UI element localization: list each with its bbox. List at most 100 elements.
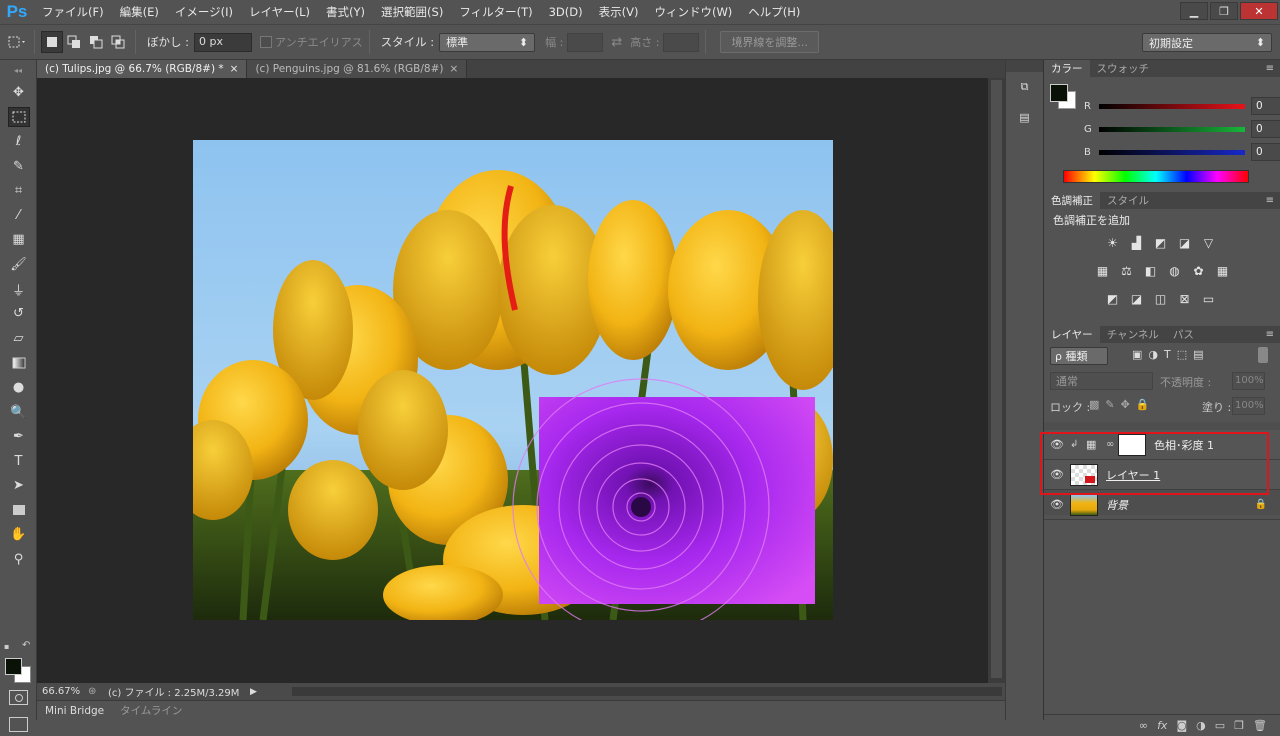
- invert-icon[interactable]: ◩: [1103, 289, 1122, 308]
- tab-adjustments[interactable]: 色調補正: [1044, 192, 1100, 209]
- color-balance-icon[interactable]: ⚖: [1117, 261, 1136, 280]
- menu-file[interactable]: ファイル(F): [34, 0, 112, 24]
- menu-window[interactable]: ウィンドウ(W): [646, 0, 740, 24]
- color-fg-swatch[interactable]: [1050, 84, 1068, 102]
- new-selection-button[interactable]: [41, 31, 63, 53]
- blur-tool[interactable]: ●: [0, 375, 37, 400]
- eraser-tool[interactable]: ▱: [0, 326, 37, 351]
- smart-object-filter-icon[interactable]: ▤: [1193, 348, 1203, 361]
- horizontal-scrollbar[interactable]: [292, 687, 1002, 696]
- lock-all-icon[interactable]: 🔒: [1136, 398, 1150, 411]
- foreground-color-swatch[interactable]: [5, 658, 22, 675]
- properties-panel-icon[interactable]: ▤: [1006, 102, 1043, 132]
- clone-stamp-tool[interactable]: ⏚: [0, 277, 37, 302]
- tab-timeline[interactable]: タイムライン: [112, 701, 190, 720]
- layer-style-icon[interactable]: fx: [1157, 719, 1167, 732]
- subtract-selection-button[interactable]: [85, 31, 107, 53]
- tab-channels[interactable]: チャンネル: [1100, 326, 1166, 343]
- photo-filter-icon[interactable]: ◍: [1165, 261, 1184, 280]
- style-select[interactable]: 標準 ⬍: [439, 32, 536, 52]
- exposure-icon[interactable]: ◪: [1175, 233, 1194, 252]
- status-menu-arrow-icon[interactable]: ▶: [250, 687, 257, 697]
- black-white-icon[interactable]: ◧: [1141, 261, 1160, 280]
- opacity-input[interactable]: 100%: [1232, 372, 1265, 390]
- menu-type[interactable]: 書式(Y): [318, 0, 373, 24]
- swap-colors-icon[interactable]: ↶: [22, 640, 30, 651]
- red-slider[interactable]: R 0: [1084, 97, 1280, 115]
- restore-button[interactable]: ❐: [1210, 2, 1238, 20]
- posterize-icon[interactable]: ◪: [1127, 289, 1146, 308]
- status-icon[interactable]: ⊛: [88, 686, 108, 697]
- menu-3d[interactable]: 3D(D): [541, 0, 591, 24]
- rectangle-tool[interactable]: [0, 498, 37, 523]
- red-track[interactable]: [1099, 103, 1245, 109]
- minimize-button[interactable]: ▁: [1180, 2, 1208, 20]
- menu-select[interactable]: 選択範囲(S): [373, 0, 451, 24]
- delete-layer-icon[interactable]: 🗑: [1253, 719, 1267, 732]
- menu-edit[interactable]: 編集(E): [112, 0, 167, 24]
- blend-mode-select[interactable]: 通常: [1050, 372, 1153, 390]
- tab-styles[interactable]: スタイル: [1100, 192, 1156, 209]
- close-tab-icon[interactable]: ×: [450, 63, 459, 75]
- swap-icon[interactable]: ⇄: [611, 35, 622, 50]
- type-filter-icon[interactable]: T: [1164, 348, 1171, 361]
- dodge-tool[interactable]: 🔍: [0, 400, 37, 425]
- panel-menu-icon[interactable]: ≡: [1266, 63, 1274, 74]
- history-brush-tool[interactable]: ↺: [0, 301, 37, 326]
- lock-transparent-icon[interactable]: ▩: [1089, 398, 1099, 411]
- intersect-selection-button[interactable]: [107, 31, 129, 53]
- green-slider[interactable]: G 0: [1084, 120, 1280, 138]
- height-input[interactable]: [663, 32, 700, 52]
- rectangular-marquee-tool[interactable]: [0, 105, 37, 130]
- brush-tool[interactable]: 🖌: [0, 252, 37, 277]
- tab-color[interactable]: カラー: [1044, 60, 1090, 77]
- tab-layers[interactable]: レイヤー: [1044, 326, 1100, 343]
- lasso-tool[interactable]: ℓ: [0, 129, 37, 154]
- scrollbar-thumb[interactable]: [991, 80, 1002, 678]
- layer-filter-kind[interactable]: ρ 種類: [1050, 347, 1108, 365]
- blue-slider[interactable]: B 0: [1084, 143, 1280, 161]
- menu-layer[interactable]: レイヤー(L): [241, 0, 318, 24]
- path-selection-tool[interactable]: ➤: [0, 474, 37, 499]
- levels-icon[interactable]: ▟: [1127, 233, 1146, 252]
- layer-thumbnail[interactable]: [1070, 493, 1098, 516]
- hand-tool[interactable]: ✋: [0, 523, 37, 548]
- visibility-eye-icon[interactable]: 👁: [1044, 498, 1070, 511]
- tab-paths[interactable]: パス: [1166, 326, 1201, 343]
- link-layers-icon[interactable]: ∞: [1139, 719, 1148, 732]
- quick-mask-button[interactable]: [9, 690, 28, 705]
- screen-mode-button[interactable]: [9, 717, 28, 732]
- feather-input[interactable]: 0 px: [194, 32, 253, 52]
- zoom-level[interactable]: 66.67%: [42, 686, 88, 697]
- pen-tool[interactable]: ✒: [0, 424, 37, 449]
- lock-image-icon[interactable]: ✎: [1105, 398, 1114, 411]
- workspace-select[interactable]: 初期設定 ⬍: [1142, 33, 1272, 52]
- color-spectrum-bar[interactable]: [1063, 170, 1249, 183]
- selective-color-icon[interactable]: ⊠: [1175, 289, 1194, 308]
- zoom-tool[interactable]: ⚲: [0, 547, 37, 572]
- gradient-tool[interactable]: [0, 351, 37, 376]
- panel-menu-icon[interactable]: ≡: [1266, 329, 1274, 340]
- eyedropper-tool[interactable]: ⁄: [0, 203, 37, 228]
- menu-help[interactable]: ヘルプ(H): [740, 0, 808, 24]
- type-tool[interactable]: T: [0, 449, 37, 474]
- antialias-checkbox[interactable]: [260, 36, 273, 48]
- width-input[interactable]: [567, 32, 604, 52]
- menu-view[interactable]: 表示(V): [591, 0, 647, 24]
- close-tab-icon[interactable]: ×: [230, 63, 239, 75]
- tab-penguins[interactable]: (c) Penguins.jpg @ 81.6% (RGB/8#) ×: [247, 60, 468, 78]
- menu-filter[interactable]: フィルター(T): [451, 0, 540, 24]
- filter-toggle[interactable]: [1258, 347, 1268, 363]
- tool-preset-picker[interactable]: [6, 31, 28, 53]
- channel-mixer-icon[interactable]: ✿: [1189, 261, 1208, 280]
- move-tool[interactable]: ✥: [0, 80, 37, 105]
- refine-edge-button[interactable]: 境界線を調整...: [720, 31, 819, 53]
- gradient-map-icon[interactable]: ▭: [1199, 289, 1218, 308]
- brightness-contrast-icon[interactable]: ☀: [1103, 233, 1122, 252]
- color-lookup-icon[interactable]: ▦: [1213, 261, 1232, 280]
- layer-name[interactable]: 背景: [1106, 497, 1128, 513]
- add-selection-button[interactable]: [63, 31, 85, 53]
- menu-image[interactable]: イメージ(I): [167, 0, 241, 24]
- new-layer-icon[interactable]: ❐: [1234, 719, 1244, 732]
- green-track[interactable]: [1099, 126, 1245, 132]
